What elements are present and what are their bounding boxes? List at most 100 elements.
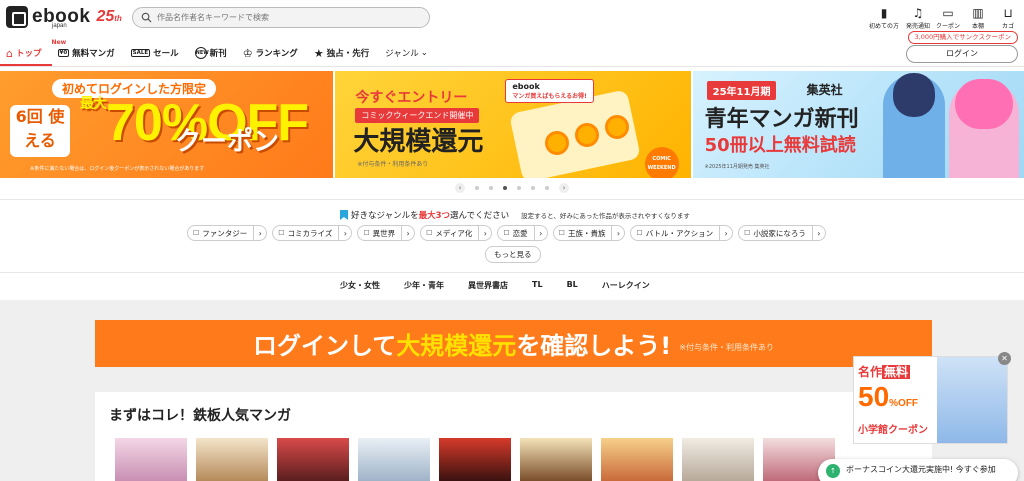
genre-chip[interactable]: ☐ ファンタジー › [187,225,268,241]
banner-headline: 今すぐエントリー [355,90,468,106]
banner-shueisha[interactable]: 25年11月期 集英社 青年マンガ新刊 50冊以上無料試読 ※2025年11月期… [692,71,1024,178]
sub-nav-item[interactable]: 少年・青年 [404,280,444,291]
bell-icon: ♫ [912,6,924,20]
bookmark-icon: ☐ [193,229,200,237]
genre-chip[interactable]: ☐ バトル・アクション › [630,225,734,241]
carousel-prev-button[interactable]: ‹ [455,183,465,193]
bookmark-icon: ☐ [636,229,643,237]
carousel-dot[interactable] [489,186,493,190]
promo-discount: 50%OFF [858,381,919,412]
tab-exclusive[interactable]: ★ 独占・先行 [314,47,369,60]
search-box[interactable] [132,7,430,28]
top-nav-first-guide[interactable]: ▮ 初めての方 [866,6,902,30]
carousel-next-button[interactable]: › [559,183,569,193]
cover-row [115,438,844,481]
tab-ranking[interactable]: ♔ ランキング [243,47,298,60]
top-nav: ▮ 初めての方 ♫ 発売通知 ▭ クーポン ▥ 本棚 ⊔ カゴ [864,6,1022,30]
divider [0,199,1024,200]
tab-free-manga[interactable]: New ¥0 無料マンガ [52,39,115,59]
floating-promo[interactable]: 名作 無料 50%OFF 小学館クーポン [853,356,1008,444]
genre-chip[interactable]: ☐ 王族・貴族 › [552,225,626,241]
crown-icon: ♔ [242,46,253,60]
top-nav-notify[interactable]: ♫ 発売通知 [904,6,932,30]
logo[interactable]: ebook japan 25th [6,6,122,29]
sub-nav-item[interactable]: TL [532,280,543,291]
sub-nav-item[interactable]: BL [567,280,578,291]
tab-sale[interactable]: SALE セール [130,47,179,59]
banner-coupon-word: クーポン [175,127,280,157]
bookmark-icon: ☐ [426,229,433,237]
genre-chip[interactable]: ☐ コミカライズ › [272,225,353,241]
logo-text: ebook japan [32,6,91,29]
chevron-right-icon: › [483,228,487,238]
home-icon: ⌂ [6,46,13,60]
more-genres-button[interactable]: もっと見る [485,246,541,263]
close-icon[interactable]: ✕ [998,352,1011,365]
carousel-dot-active[interactable] [503,186,507,190]
tab-genre[interactable]: ジャンル ⌄ [385,47,428,59]
chevron-down-icon: ⌄ [420,48,428,58]
carousel-dot[interactable] [531,186,535,190]
top-nav-bookshelf[interactable]: ▥ 本棚 [964,6,992,30]
banner-title: 青年マンガ新刊 [704,107,859,132]
banner-comic-weekend[interactable]: ebook マンガ買えばもらえるお得! 今すぐエントリー コミックウィークエンド開… [335,71,691,178]
carousel-dot[interactable] [475,186,479,190]
cart-icon: ⊔ [1003,6,1013,20]
chevron-right-icon: › [817,228,821,238]
chevron-right-icon: › [406,228,410,238]
divider [0,272,1024,273]
section-title: まずはコレ！鉄板人気マンガ [109,408,291,424]
bookshelf-icon: ▥ [972,6,984,20]
bonus-coin-toast[interactable]: ↑ ボーナスコイン大還元実施中! 今すぐ参加 [818,459,1018,481]
top-nav-coupon[interactable]: ▭ クーポン [934,6,962,30]
book-cover[interactable] [196,438,268,481]
thanks-coupon-pill[interactable]: 3,000円購入でサンクスクーポン [907,31,1018,44]
login-cta-banner[interactable]: ログインして大規模還元を確認しよう! ※付与条件・利用条件あり [95,320,932,367]
banner-carousel: 初めてログインした方限定 6回 使える 最大70%OFF クーポン ※条件に満た… [0,71,1024,178]
banner-first-login-coupon[interactable]: 初めてログインした方限定 6回 使える 最大70%OFF クーポン ※条件に満た… [0,71,334,178]
bookmark-icon: ☐ [503,229,510,237]
banner-title: 大規模還元 [353,127,484,157]
banner-note: ※2025年11月期発売 集英社 [704,164,770,170]
carousel-dot[interactable] [545,186,549,190]
sale-icon: SALE [130,49,151,57]
sub-nav-item[interactable]: ハーレクイン [602,280,650,291]
coin-icon: ↑ [826,464,840,478]
bookmark-icon [340,210,348,220]
tab-new[interactable]: NEW 新刊 [194,47,227,59]
genre-chip[interactable]: ☐ 恋愛 › [497,225,548,241]
comic-weekend-badge: COMIC WEEKEND [644,147,679,178]
genre-chip[interactable]: ☐ 異世界 › [357,225,416,241]
genre-chip[interactable]: ☐ 小説家になろう › [738,225,826,241]
genre-chip[interactable]: ☐ メディア化 › [420,225,493,241]
login-button[interactable]: ログイン [906,45,1018,63]
search-input[interactable] [157,13,417,22]
book-cover[interactable] [115,438,187,481]
genre-heading: 好きなジャンルを最大3つ選んでください 設定すると、好みにあった作品が表示されや… [340,209,690,221]
book-cover[interactable] [277,438,349,481]
banner-publisher: 集英社 [806,83,843,97]
character-illustration [937,357,1007,443]
book-icon: ▮ [880,6,888,20]
sub-nav-item[interactable]: 異世界書店 [468,280,508,291]
banner-tag: 25年11月期 [706,81,777,100]
genre-chips: ☐ ファンタジー › ☐ コミカライズ › ☐ 異世界 › ☐ メディア化 › ☐ 恋愛 › ☐ 王族… [187,225,831,241]
book-cover[interactable] [601,438,673,481]
bookmark-icon: ☐ [278,229,285,237]
genre-subtext: 設定すると、好みにあった作品が表示されやすくなります [521,212,690,220]
book-cover[interactable] [358,438,430,481]
banner-subtitle: 50冊以上無料試読 [704,135,856,156]
star-icon: ★ [313,46,324,60]
book-cover[interactable] [439,438,511,481]
logo-mark-icon [6,6,28,28]
book-cover[interactable] [520,438,592,481]
carousel-dot[interactable] [517,186,521,190]
book-cover[interactable] [682,438,754,481]
bookmark-icon: ☐ [558,229,565,237]
top-nav-cart[interactable]: ⊔ カゴ [994,6,1022,30]
coupon-icon: ▭ [942,6,954,20]
sub-nav-item[interactable]: 少女・女性 [340,280,380,291]
category-nav: ⌂ トップ New ¥0 無料マンガ SALE セール NEW 新刊 ♔ ランキング ★ 独占… [0,39,900,66]
tab-top[interactable]: ⌂ トップ [6,47,42,60]
chevron-right-icon: › [539,228,543,238]
